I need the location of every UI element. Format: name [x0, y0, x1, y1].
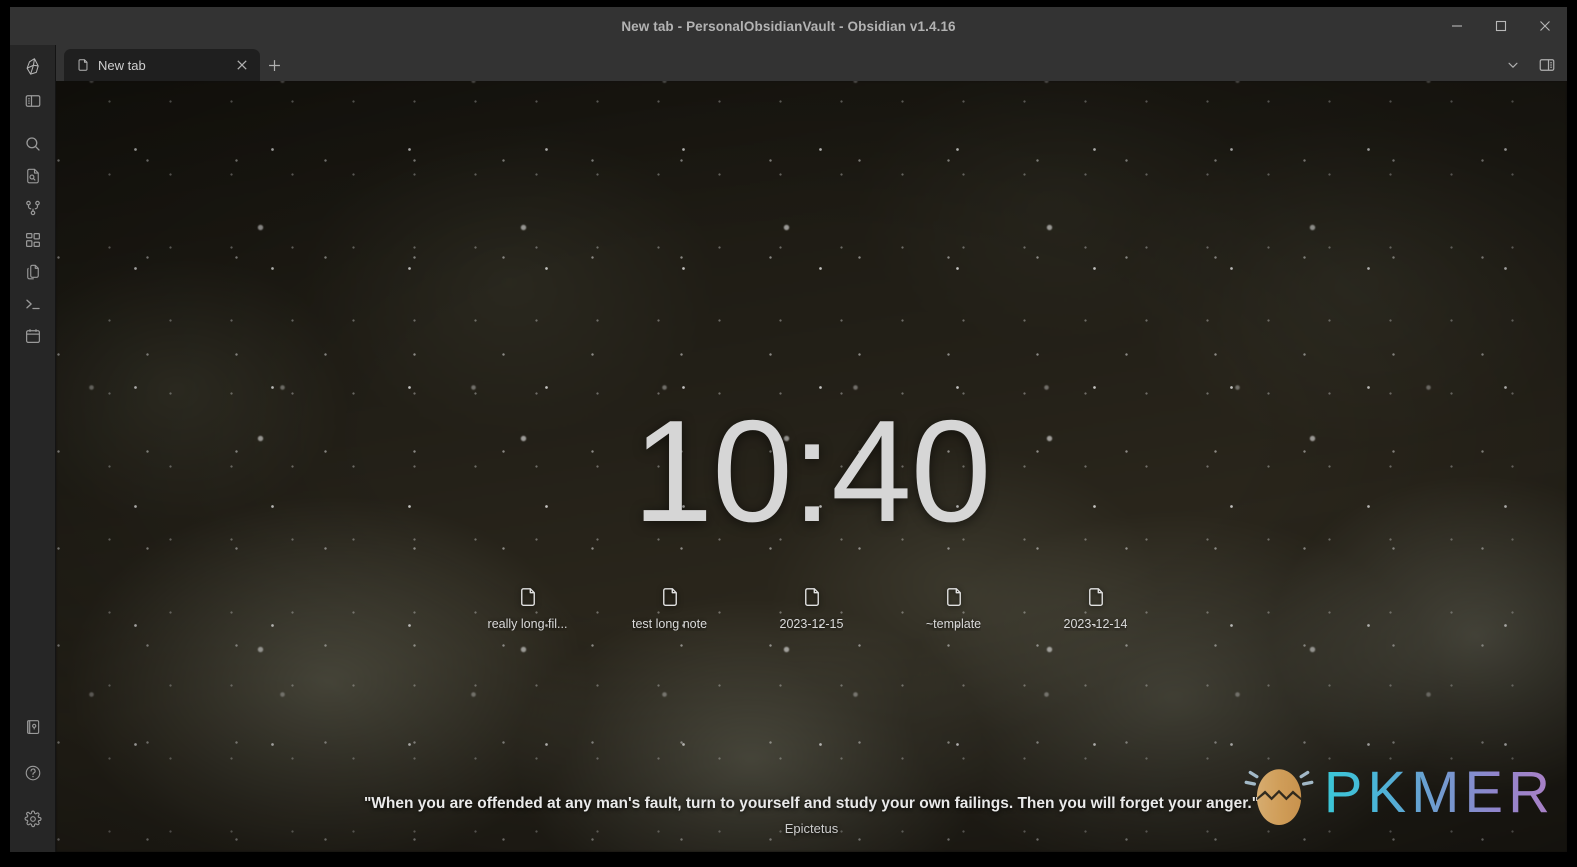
gear-icon [24, 810, 42, 828]
toggle-left-sidebar-icon[interactable] [18, 86, 48, 116]
file-icon [659, 586, 681, 608]
search-icon [24, 135, 42, 153]
tab-new-tab[interactable]: New tab [64, 49, 260, 81]
file-icon [517, 586, 539, 608]
sidebar-item-graph-view[interactable] [18, 193, 48, 223]
recent-files-list: really long fil... test long note 2023-1… [56, 586, 1567, 631]
sidebar-item-canvas[interactable] [18, 225, 48, 255]
titlebar: New tab - PersonalObsidianVault - Obsidi… [10, 7, 1567, 45]
recent-file-label: ~template [925, 617, 982, 631]
sidebar-item-search-in-file[interactable] [18, 161, 48, 191]
sidebar-item-calendar[interactable] [18, 321, 48, 351]
recent-file-item[interactable]: ~template [906, 586, 1002, 631]
maximize-button[interactable] [1479, 7, 1523, 45]
file-search-icon [24, 167, 42, 185]
file-icon [76, 58, 90, 72]
recent-file-item[interactable]: 2023-12-15 [764, 586, 860, 631]
tab-label: New tab [98, 57, 146, 73]
recent-file-item[interactable]: really long fil... [480, 586, 576, 631]
window-title: New tab - PersonalObsidianVault - Obsidi… [621, 18, 956, 34]
vault-icon [24, 718, 42, 736]
ribbon-bottom-group [18, 704, 48, 842]
workspace-column: New tab 10:40 really long fil... test lo… [56, 45, 1567, 852]
recent-file-label: 2023-12-14 [1063, 617, 1128, 631]
sidebar-item-settings[interactable] [18, 804, 48, 834]
recent-file-item[interactable]: 2023-12-14 [1048, 586, 1144, 631]
file-icon [1085, 586, 1107, 608]
file-icon [801, 586, 823, 608]
window-controls [1435, 7, 1567, 45]
close-button[interactable] [1523, 7, 1567, 45]
terminal-icon [24, 295, 42, 313]
help-icon [24, 764, 42, 782]
calendar-icon [24, 327, 42, 345]
quote-block: "When you are offended at any man's faul… [56, 794, 1567, 836]
obsidian-logo-icon [18, 51, 48, 81]
sidebar-item-search[interactable] [18, 129, 48, 159]
new-tab-view: 10:40 really long fil... test long note … [56, 81, 1567, 852]
sidebar-item-help[interactable] [18, 758, 48, 788]
recent-file-item[interactable]: test long note [622, 586, 718, 631]
recent-file-label: test long note [631, 617, 708, 631]
left-ribbon [10, 45, 56, 852]
new-tab-button[interactable] [260, 49, 288, 81]
quote-author: Epictetus [784, 821, 839, 836]
window-body: New tab 10:40 really long fil... test lo… [10, 45, 1567, 852]
toggle-right-sidebar-icon[interactable] [1533, 51, 1561, 79]
clock-widget: 10:40 [632, 390, 992, 552]
tabbar-right-controls [1499, 51, 1561, 79]
sidebar-item-terminal[interactable] [18, 289, 48, 319]
grid-icon [24, 231, 42, 249]
copy-files-icon [24, 263, 42, 281]
close-icon[interactable] [232, 55, 252, 75]
graph-icon [24, 199, 42, 217]
recent-file-label: 2023-12-15 [779, 617, 844, 631]
chevron-down-icon[interactable] [1499, 51, 1527, 79]
obsidian-window: New tab - PersonalObsidianVault - Obsidi… [10, 7, 1567, 852]
tab-bar: New tab [56, 45, 1567, 81]
sidebar-item-copy[interactable] [18, 257, 48, 287]
recent-file-label: really long fil... [487, 617, 568, 631]
file-icon [943, 586, 965, 608]
minimize-button[interactable] [1435, 7, 1479, 45]
sidebar-item-open-vault[interactable] [18, 712, 48, 742]
quote-text: "When you are offended at any man's faul… [363, 795, 1260, 813]
